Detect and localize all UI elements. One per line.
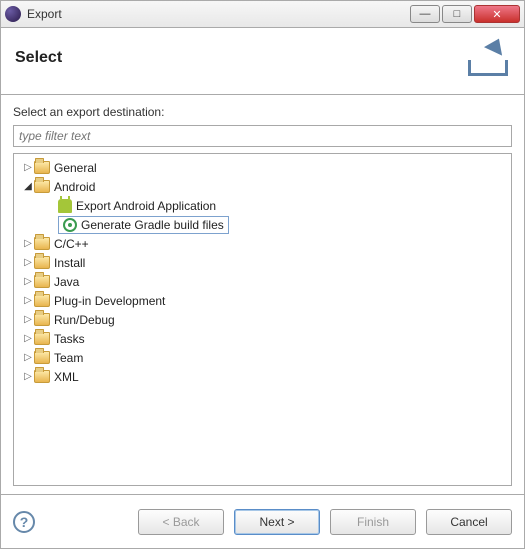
prompt-label: Select an export destination: xyxy=(13,105,512,119)
export-icon xyxy=(466,38,510,78)
expand-icon[interactable]: ▷ xyxy=(22,352,34,363)
folder-icon xyxy=(34,275,50,288)
folder-icon xyxy=(34,180,50,193)
tree-item-xml[interactable]: ▷ XML xyxy=(18,367,507,386)
close-button[interactable]: ✕ xyxy=(474,5,520,23)
maximize-button[interactable]: □ xyxy=(442,5,472,23)
finish-button[interactable]: Finish xyxy=(330,509,416,535)
content-area: Select an export destination: ▷ General … xyxy=(0,95,525,495)
tree-label: Tasks xyxy=(54,332,85,346)
window-controls: — □ ✕ xyxy=(410,5,520,23)
back-button[interactable]: < Back xyxy=(138,509,224,535)
eclipse-icon xyxy=(5,6,21,22)
tree-item-tasks[interactable]: ▷ Tasks xyxy=(18,329,507,348)
folder-icon xyxy=(34,332,50,345)
tree-item-plugin-dev[interactable]: ▷ Plug-in Development xyxy=(18,291,507,310)
help-icon[interactable]: ? xyxy=(13,511,35,533)
gradle-icon xyxy=(63,218,77,232)
wizard-tree[interactable]: ▷ General ◢ Android Export Android Appli… xyxy=(13,153,512,486)
window-title: Export xyxy=(27,7,410,21)
folder-icon xyxy=(34,313,50,326)
expand-icon[interactable]: ▷ xyxy=(22,333,34,344)
tree-label: Team xyxy=(54,351,83,365)
titlebar: Export — □ ✕ xyxy=(0,0,525,28)
tree-item-java[interactable]: ▷ Java xyxy=(18,272,507,291)
button-bar: ? < Back Next > Finish Cancel xyxy=(0,495,525,549)
collapse-icon[interactable]: ◢ xyxy=(22,181,34,192)
tree-label: Generate Gradle build files xyxy=(81,218,224,232)
folder-icon xyxy=(34,370,50,383)
filter-input[interactable] xyxy=(13,125,512,147)
tree-label: XML xyxy=(54,370,79,384)
expand-icon[interactable]: ▷ xyxy=(22,314,34,325)
expand-icon[interactable]: ▷ xyxy=(22,295,34,306)
folder-icon xyxy=(34,237,50,250)
cancel-button[interactable]: Cancel xyxy=(426,509,512,535)
expand-icon[interactable]: ▷ xyxy=(22,371,34,382)
tree-label: Export Android Application xyxy=(76,199,216,213)
folder-icon xyxy=(34,256,50,269)
tree-label: Install xyxy=(54,256,85,270)
android-icon xyxy=(58,199,72,213)
next-button[interactable]: Next > xyxy=(234,509,320,535)
folder-icon xyxy=(34,351,50,364)
tree-item-run-debug[interactable]: ▷ Run/Debug xyxy=(18,310,507,329)
tree-label: Java xyxy=(54,275,79,289)
tree-item-install[interactable]: ▷ Install xyxy=(18,253,507,272)
folder-icon xyxy=(34,294,50,307)
tree-label: Plug-in Development xyxy=(54,294,165,308)
expand-icon[interactable]: ▷ xyxy=(22,276,34,287)
tree-label: Android xyxy=(54,180,95,194)
dialog-header: Select xyxy=(0,28,525,95)
expand-icon[interactable]: ▷ xyxy=(22,238,34,249)
tree-item-android[interactable]: ◢ Android xyxy=(18,177,507,196)
tree-label: Run/Debug xyxy=(54,313,115,327)
tree-label: General xyxy=(54,161,97,175)
folder-icon xyxy=(34,161,50,174)
tree-item-export-android-app[interactable]: Export Android Application xyxy=(54,196,507,215)
tree-label: C/C++ xyxy=(54,237,89,251)
tree-item-general[interactable]: ▷ General xyxy=(18,158,507,177)
minimize-button[interactable]: — xyxy=(410,5,440,23)
tree-item-team[interactable]: ▷ Team xyxy=(18,348,507,367)
expand-icon[interactable]: ▷ xyxy=(22,162,34,173)
tree-item-ccpp[interactable]: ▷ C/C++ xyxy=(18,234,507,253)
expand-icon[interactable]: ▷ xyxy=(22,257,34,268)
page-title: Select xyxy=(15,49,62,67)
tree-item-generate-gradle[interactable]: Generate Gradle build files xyxy=(54,215,507,234)
